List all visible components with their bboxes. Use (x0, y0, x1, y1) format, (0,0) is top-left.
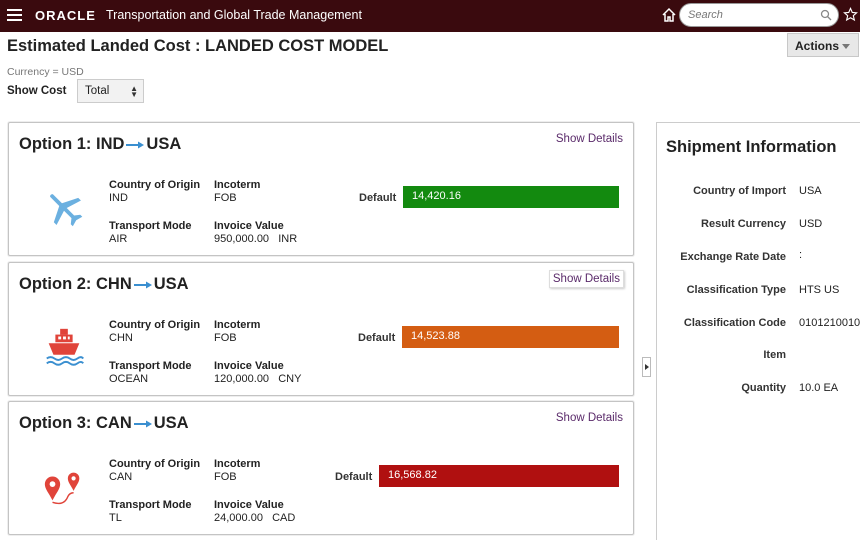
incoterm-label: Incoterm (214, 319, 261, 331)
origin-value: CHN (109, 332, 133, 344)
invoice-value: 24,000.00 CAD (214, 512, 296, 524)
option-title: Option 1: IND USA (19, 135, 181, 154)
option-title-text: Option 3: CAN (19, 414, 132, 432)
favorite-star-icon[interactable] (843, 7, 858, 22)
transport-mode-label: Transport Mode (109, 499, 192, 511)
select-arrows-icon: ▲ ▼ (130, 84, 138, 99)
option-title-text: Option 2: CHN (19, 275, 132, 293)
info-label: Classification Code (683, 317, 786, 329)
origin-value: IND (109, 192, 128, 204)
default-label: Default (359, 192, 397, 204)
option-title: Option 3: CAN USA (19, 414, 189, 433)
origin-label: Country of Origin (109, 458, 201, 470)
invoice-value: 950,000.00 INR (214, 233, 298, 245)
incoterm-label: Incoterm (214, 179, 261, 191)
info-label: Exchange Rate Date (680, 251, 786, 263)
origin-label: Country of Origin (109, 179, 201, 191)
incoterm-value: FOB (214, 192, 237, 204)
default-label: Default (335, 471, 373, 483)
info-value: USA (799, 185, 822, 197)
landed-cost-value: 16,568.82 (388, 469, 437, 481)
option-dest-text: USA (153, 275, 189, 293)
invoice-value: 120,000.00 CNY (214, 373, 302, 385)
brand-logo: ORACLE (35, 8, 96, 23)
origin-value: CAN (109, 471, 133, 483)
arrow-right-icon (133, 281, 152, 288)
transport-mode-value: TL (109, 512, 122, 524)
option-card-1: Option 1: IND USA Show Details Country o… (8, 122, 634, 256)
menu-icon[interactable] (7, 9, 22, 22)
transport-mode-label: Transport Mode (109, 220, 192, 232)
airplane-icon (50, 194, 83, 227)
option-card-2: Option 2: CHN USA Show Details Country o… (8, 262, 634, 396)
info-value: HTS US (799, 284, 840, 296)
option-dest-text: USA (146, 135, 182, 153)
option-title: Option 2: CHN USA (19, 275, 189, 294)
info-label: Country of Import (693, 185, 786, 197)
search-box (679, 3, 839, 27)
option-title-text: Option 1: IND (19, 135, 125, 153)
option-dest-text: USA (153, 414, 189, 432)
option-card-3: Option 3: CAN USA Show Details Country o… (8, 401, 634, 535)
landed-cost-bar: 16,568.82 (379, 465, 619, 487)
chevron-down-icon (842, 44, 850, 49)
landed-cost-value: 14,523.88 (411, 330, 460, 342)
top-bar: ORACLE Transportation and Global Trade M… (0, 0, 860, 32)
landed-cost-value: 14,420.16 (412, 190, 461, 202)
transport-mode-label: Transport Mode (109, 360, 192, 372)
show-cost-select[interactable]: Total ▲ ▼ (77, 79, 144, 103)
route-pins-icon (44, 472, 80, 505)
transport-mode-value: AIR (109, 233, 128, 245)
search-icon[interactable] (820, 9, 832, 21)
actions-label: Actions (795, 39, 840, 53)
incoterm-value: FOB (214, 471, 237, 483)
actions-button[interactable]: Actions (787, 33, 859, 57)
show-details-link[interactable]: Show Details (556, 133, 623, 145)
show-cost-label: Show Cost (7, 85, 67, 97)
shipment-info-panel: Shipment Information Country of Import U… (656, 122, 860, 540)
home-icon[interactable] (661, 7, 677, 23)
info-label: Result Currency (701, 218, 786, 230)
page-title: Estimated Landed Cost : LANDED COST MODE… (7, 37, 389, 55)
default-label: Default (358, 332, 396, 344)
invoice-label: Invoice Value (214, 499, 284, 511)
invoice-label: Invoice Value (214, 220, 284, 232)
show-details-link[interactable]: Show Details (548, 270, 624, 288)
show-details-link[interactable]: Show Details (556, 412, 623, 424)
info-value: USD (799, 218, 823, 230)
app-name: Transportation and Global Trade Manageme… (106, 8, 362, 22)
info-value: 10.0 EA (799, 382, 839, 394)
incoterm-value: FOB (214, 332, 237, 344)
ship-icon (46, 328, 84, 366)
arrow-right-icon (133, 420, 152, 427)
incoterm-label: Incoterm (214, 458, 261, 470)
search-input[interactable] (688, 7, 818, 23)
origin-label: Country of Origin (109, 319, 201, 331)
shipment-info-title: Shipment Information (666, 138, 837, 156)
landed-cost-bar: 14,420.16 (403, 186, 619, 208)
arrow-right-icon (126, 141, 145, 148)
info-value: : (799, 249, 803, 261)
info-label: Quantity (741, 382, 786, 394)
panel-collapse-handle[interactable] (642, 357, 651, 377)
info-value: 0101210010 (799, 317, 860, 329)
invoice-label: Invoice Value (214, 360, 284, 372)
landed-cost-bar: 14,523.88 (402, 326, 619, 348)
show-cost-value: Total (85, 85, 110, 97)
transport-mode-value: OCEAN (109, 373, 149, 385)
currency-text: Currency = USD (7, 66, 84, 78)
info-label: Item (763, 349, 786, 361)
info-label: Classification Type (686, 284, 786, 296)
